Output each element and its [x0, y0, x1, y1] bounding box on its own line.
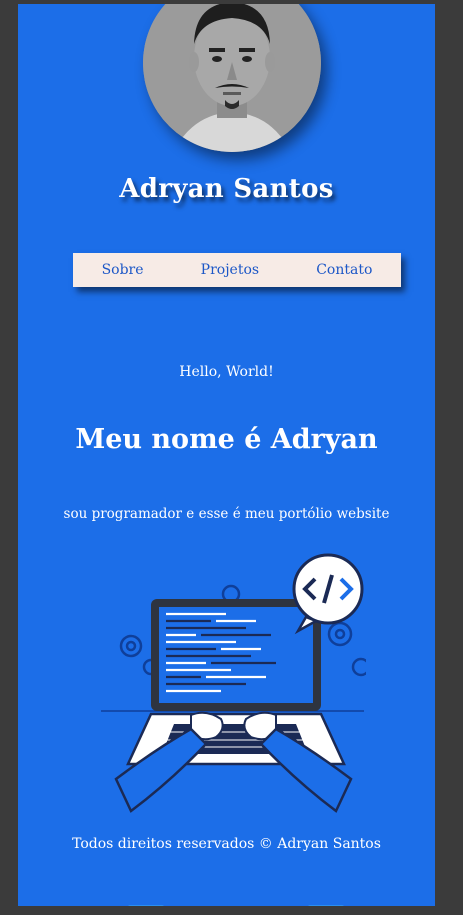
- nav-item-contato[interactable]: Contato: [316, 262, 372, 278]
- code-bubble-icon: [292, 553, 364, 635]
- profile-name: Adryan Santos: [119, 174, 334, 204]
- scroll-indicator-left: [128, 905, 164, 906]
- avatar-photo: [143, 4, 321, 152]
- hero-subtitle: sou programador e esse é meu portólio we…: [63, 506, 390, 522]
- nav-item-projetos[interactable]: Projetos: [201, 262, 259, 278]
- scroll-indicator-right: [308, 905, 344, 906]
- laptop-illustration: [101, 553, 366, 813]
- footer-text: Todos direitos reservados © Adryan Santo…: [72, 836, 381, 852]
- greeting-text: Hello, World!: [179, 364, 274, 380]
- hero-headline: Meu nome é Adryan: [75, 424, 378, 455]
- portfolio-page: Adryan Santos Sobre Projetos Contato Hel…: [18, 4, 435, 906]
- nav-item-sobre[interactable]: Sobre: [102, 262, 144, 278]
- avatar: [143, 4, 321, 152]
- main-nav: Sobre Projetos Contato: [73, 253, 401, 287]
